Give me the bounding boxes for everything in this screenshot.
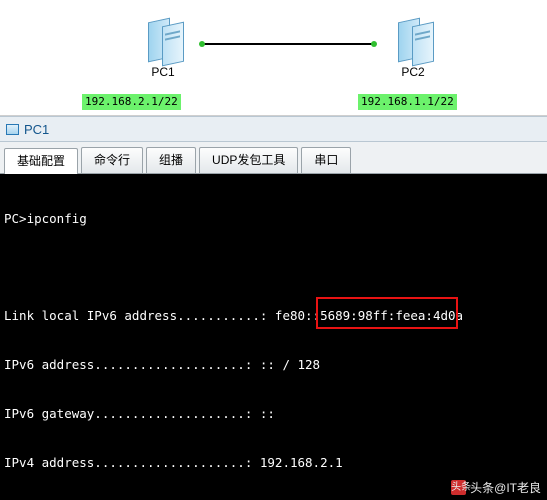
window-titlebar: PC1: [0, 116, 547, 142]
window-icon: [6, 123, 19, 135]
pc-icon: [382, 17, 444, 67]
topology-node-label: PC1: [151, 65, 175, 79]
watermark-text: 头条@IT老良: [470, 480, 541, 495]
tab-bar: 基础配置 命令行 组播 UDP发包工具 串口: [0, 142, 547, 174]
console-line: PC>ipconfig: [4, 210, 87, 226]
console-line: IPv4 address....................: 192.16…: [4, 455, 343, 471]
topology-node-pc1[interactable]: PC1: [118, 17, 208, 79]
window-title: PC1: [24, 121, 50, 137]
console-line: IPv6 gateway....................: ::: [4, 406, 275, 422]
console-line: IPv6 address....................: :: / 1…: [4, 357, 321, 373]
topology-canvas: PC1 PC2 192.168.2.1/22 192.168.1.1/22: [0, 0, 547, 116]
console-output[interactable]: PC>ipconfig Link local IPv6 address.....…: [0, 174, 547, 500]
watermark: 头条 头条@IT老良: [451, 480, 541, 496]
topology-node-label: PC2: [401, 65, 425, 79]
tab-udp-tool[interactable]: UDP发包工具: [199, 147, 299, 173]
watermark-logo: 头条: [451, 480, 472, 496]
ip-badge-pc1: 192.168.2.1/22: [82, 94, 181, 110]
pc-icon: [132, 17, 194, 67]
link-line: [202, 43, 375, 45]
topology-node-pc2[interactable]: PC2: [368, 17, 458, 79]
tab-basic-config[interactable]: 基础配置: [4, 148, 79, 174]
tab-multicast[interactable]: 组播: [146, 147, 197, 173]
tab-command-line[interactable]: 命令行: [81, 147, 144, 173]
tab-serial[interactable]: 串口: [301, 147, 352, 173]
ip-badge-pc2: 192.168.1.1/22: [358, 94, 457, 110]
console-line: Link local IPv6 address...........: fe80…: [4, 308, 464, 324]
